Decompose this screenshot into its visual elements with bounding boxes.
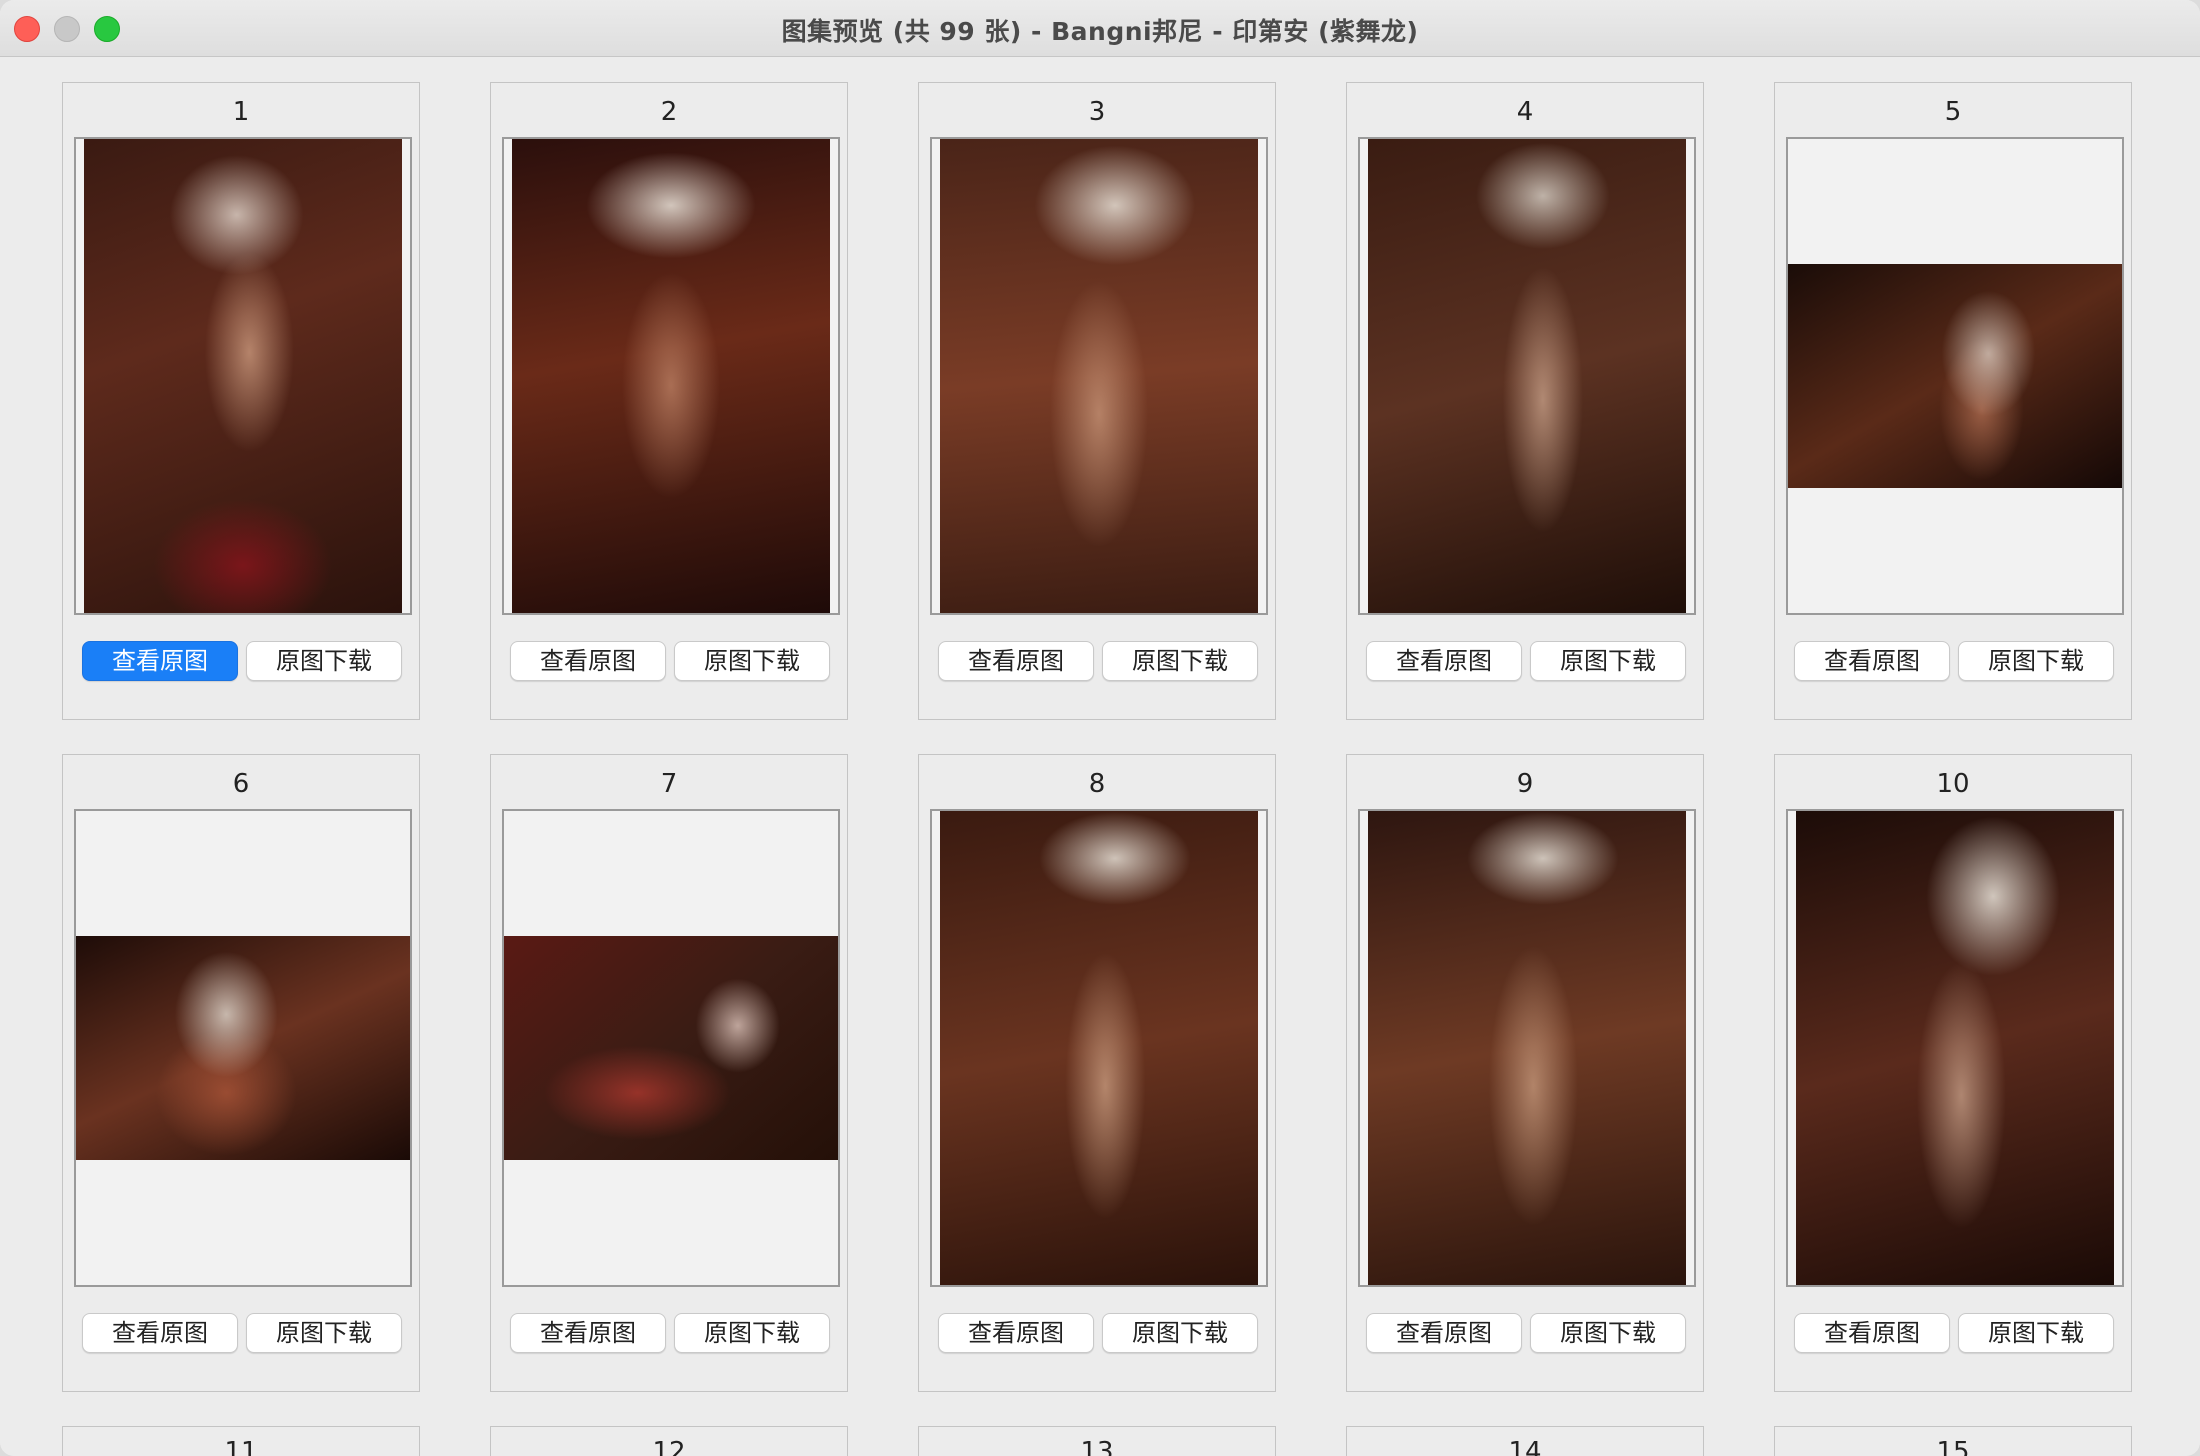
card-number: 9 (1516, 769, 1534, 799)
gallery-card-partial: 14 (1346, 1426, 1704, 1456)
photo (512, 139, 830, 613)
download-original-button[interactable]: 原图下载 (1530, 641, 1686, 681)
download-original-button[interactable]: 原图下载 (674, 1313, 830, 1353)
image-thumbnail[interactable] (1358, 137, 1696, 615)
card-number: 13 (1080, 1437, 1114, 1456)
gallery-card: 8 查看原图 原图下载 (918, 754, 1276, 1392)
view-original-button[interactable]: 查看原图 (1794, 1313, 1950, 1353)
gallery-card: 5 查看原图 原图下载 (1774, 82, 2132, 720)
photo (1368, 811, 1686, 1285)
view-original-button[interactable]: 查看原图 (82, 1313, 238, 1353)
download-original-button[interactable]: 原图下载 (674, 641, 830, 681)
photo (940, 811, 1258, 1285)
card-number: 1 (232, 97, 250, 127)
view-original-button[interactable]: 查看原图 (1366, 1313, 1522, 1353)
download-original-button[interactable]: 原图下载 (1958, 641, 2114, 681)
image-thumbnail[interactable] (1786, 137, 2124, 615)
gallery-card: 6 查看原图 原图下载 (62, 754, 420, 1392)
card-number: 7 (660, 769, 678, 799)
photo (76, 936, 410, 1160)
gallery-card: 2 查看原图 原图下载 (490, 82, 848, 720)
photo (1368, 139, 1686, 613)
gallery-card: 3 查看原图 原图下载 (918, 82, 1276, 720)
download-original-button[interactable]: 原图下载 (1958, 1313, 2114, 1353)
view-original-button[interactable]: 查看原图 (938, 641, 1094, 681)
download-original-button[interactable]: 原图下载 (246, 1313, 402, 1353)
card-number: 6 (232, 769, 250, 799)
title-bar: 图集预览 (共 99 张) - Bangni邦尼 - 印第安 (紫舞龙) (0, 0, 2200, 57)
card-number: 15 (1936, 1437, 1970, 1456)
card-number: 12 (652, 1437, 686, 1456)
card-number: 4 (1516, 97, 1534, 127)
gallery-card: 10 查看原图 原图下载 (1774, 754, 2132, 1392)
gallery-card-partial: 12 (490, 1426, 848, 1456)
download-original-button[interactable]: 原图下载 (1102, 1313, 1258, 1353)
gallery-card: 4 查看原图 原图下载 (1346, 82, 1704, 720)
view-original-button[interactable]: 查看原图 (938, 1313, 1094, 1353)
view-original-button[interactable]: 查看原图 (510, 641, 666, 681)
image-thumbnail[interactable] (1358, 809, 1696, 1287)
photo (1796, 811, 2114, 1285)
download-original-button[interactable]: 原图下载 (246, 641, 402, 681)
image-thumbnail[interactable] (502, 809, 840, 1287)
card-number: 5 (1944, 97, 1962, 127)
photo (940, 139, 1258, 613)
gallery-card: 7 查看原图 原图下载 (490, 754, 848, 1392)
image-thumbnail[interactable] (930, 809, 1268, 1287)
card-number: 11 (224, 1437, 258, 1456)
window-title: 图集预览 (共 99 张) - Bangni邦尼 - 印第安 (紫舞龙) (781, 17, 1419, 46)
gallery-card-partial: 13 (918, 1426, 1276, 1456)
download-original-button[interactable]: 原图下载 (1530, 1313, 1686, 1353)
download-original-button[interactable]: 原图下载 (1102, 641, 1258, 681)
card-number: 8 (1088, 769, 1106, 799)
card-number: 10 (1936, 769, 1970, 799)
gallery-card-partial: 15 (1774, 1426, 2132, 1456)
gallery-card-partial: 11 (62, 1426, 420, 1456)
card-number: 2 (660, 97, 678, 127)
photo (504, 936, 838, 1160)
photo (84, 139, 402, 613)
view-original-button[interactable]: 查看原图 (510, 1313, 666, 1353)
image-thumbnail[interactable] (74, 809, 412, 1287)
card-number: 3 (1088, 97, 1106, 127)
image-thumbnail[interactable] (502, 137, 840, 615)
image-thumbnail[interactable] (74, 137, 412, 615)
view-original-button[interactable]: 查看原图 (1794, 641, 1950, 681)
gallery-card: 9 查看原图 原图下载 (1346, 754, 1704, 1392)
view-original-button[interactable]: 查看原图 (82, 641, 238, 681)
gallery-window: 图集预览 (共 99 张) - Bangni邦尼 - 印第安 (紫舞龙) 1 查… (0, 0, 2200, 1456)
image-thumbnail[interactable] (930, 137, 1268, 615)
photo (1788, 264, 2122, 488)
gallery-card: 1 查看原图 原图下载 (62, 82, 420, 720)
view-original-button[interactable]: 查看原图 (1366, 641, 1522, 681)
image-thumbnail[interactable] (1786, 809, 2124, 1287)
card-number: 14 (1508, 1437, 1542, 1456)
gallery-grid[interactable]: 1 查看原图 原图下载 2 查看原图 原图下载 3 查看原图 原图下载 4 查看… (0, 57, 2200, 1456)
